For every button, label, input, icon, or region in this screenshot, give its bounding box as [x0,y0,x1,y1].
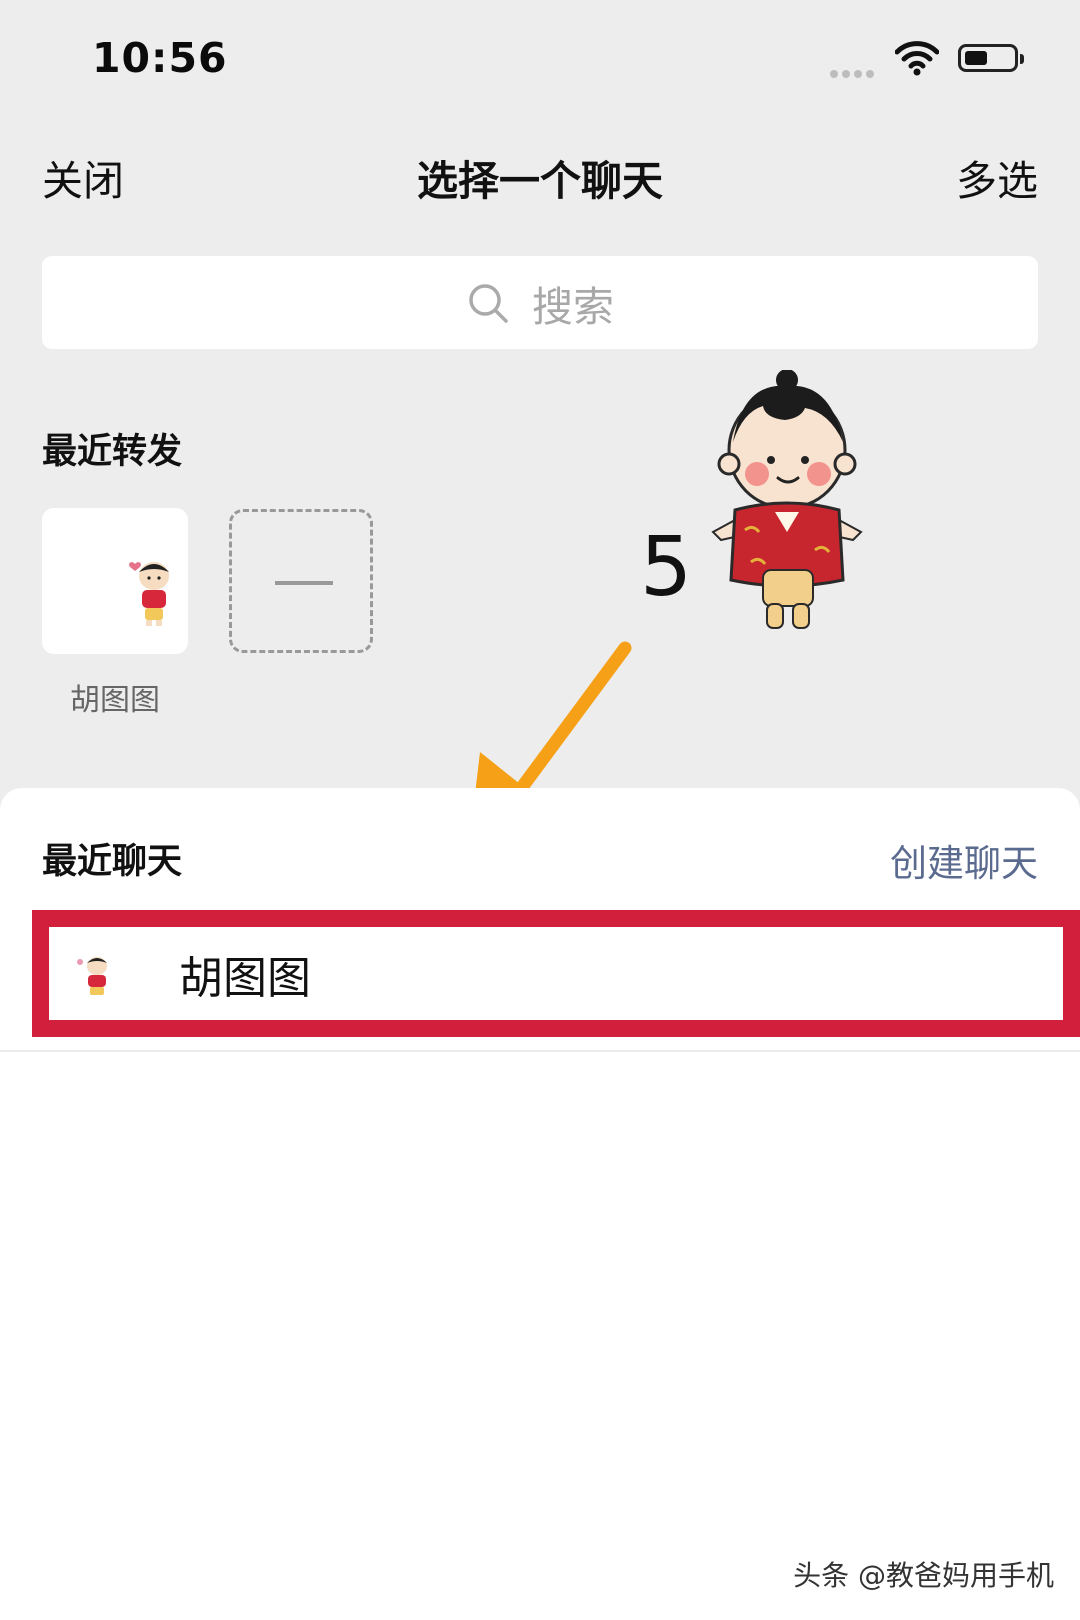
create-chat-button[interactable]: 创建聊天 [890,833,1038,887]
recent-forward-avatar[interactable] [42,508,188,654]
cellular-signal-icon [830,63,878,82]
watermark: 头条 @教爸妈用手机 [793,1559,1054,1592]
mascot-sticker [711,370,863,629]
more-dash-icon [275,581,333,585]
step-number: 5 [640,520,693,615]
chat-avatar [77,957,107,995]
close-button[interactable]: 关闭 [42,147,124,207]
multi-select-button[interactable]: 多选 [956,147,1038,207]
divider [0,1050,1080,1052]
search-placeholder: 搜索 [532,282,614,331]
cartoon-boy-avatar-icon [129,562,169,626]
search-icon [469,283,508,323]
page-title: 选择一个聊天 [417,157,663,205]
recent-forward-more-button[interactable] [229,509,373,653]
recent-forward-title: 最近转发 [42,432,183,472]
wifi-icon [895,41,939,76]
recent-chats-title: 最近聊天 [42,842,183,882]
chat-name: 胡图图 [179,953,311,1004]
recent-forward-name: 胡图图 [70,683,160,718]
search-bar[interactable]: 搜索 [42,256,1038,349]
status-time: 10:56 [92,34,228,82]
battery-icon [958,44,1024,72]
